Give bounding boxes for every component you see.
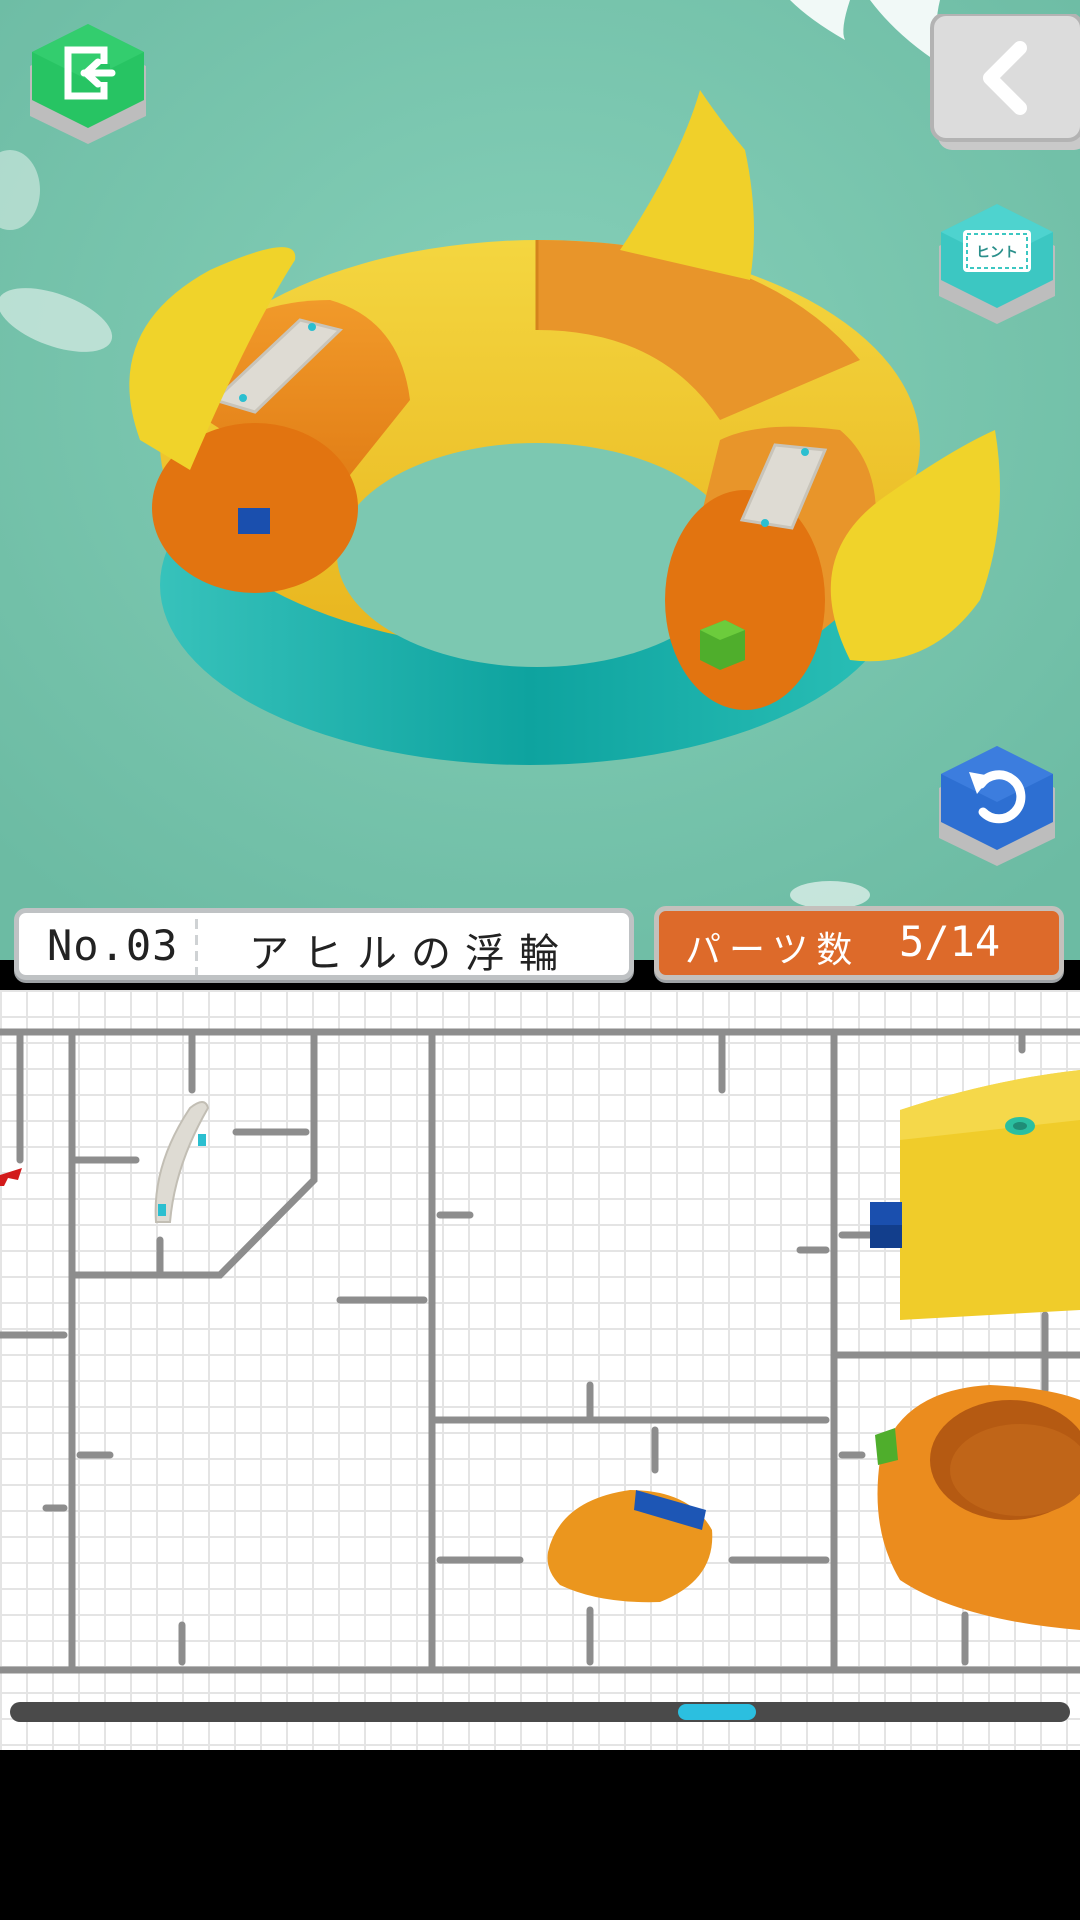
scroll-thumb[interactable] [678, 1704, 756, 1720]
back-button[interactable] [928, 12, 1080, 156]
duck-float-model [0, 0, 1080, 960]
chevron-left-icon [930, 12, 1080, 150]
exit-button[interactable] [24, 20, 152, 158]
stage-number: No.03 [47, 921, 179, 970]
model-preview[interactable]: ヒント [0, 0, 1080, 960]
parts-sprue-tray[interactable] [0, 990, 1080, 1750]
parts-count: 5/14 [899, 917, 1001, 966]
stage-name: アヒルの浮輪 [249, 931, 573, 977]
stage-info-bar: No.03 アヒルの浮輪 パーツ数 5/14 [0, 900, 1080, 990]
parts-count-badge: パーツ数 5/14 [654, 906, 1064, 980]
hint-button[interactable]: ヒント [933, 200, 1061, 338]
undo-icon [939, 746, 1055, 866]
bottom-blank-area [0, 1750, 1080, 1920]
divider [195, 919, 198, 975]
parts-scrollbar[interactable] [10, 1702, 1070, 1722]
stage-title-box: No.03 アヒルの浮輪 [14, 908, 634, 980]
parts-label: パーツ数 [685, 930, 861, 971]
sprue-frame [0, 1028, 1080, 1674]
exit-icon [30, 24, 146, 144]
undo-button[interactable] [933, 742, 1061, 880]
hint-icon: ヒント [939, 204, 1055, 324]
hint-label: ヒント [976, 245, 1018, 261]
